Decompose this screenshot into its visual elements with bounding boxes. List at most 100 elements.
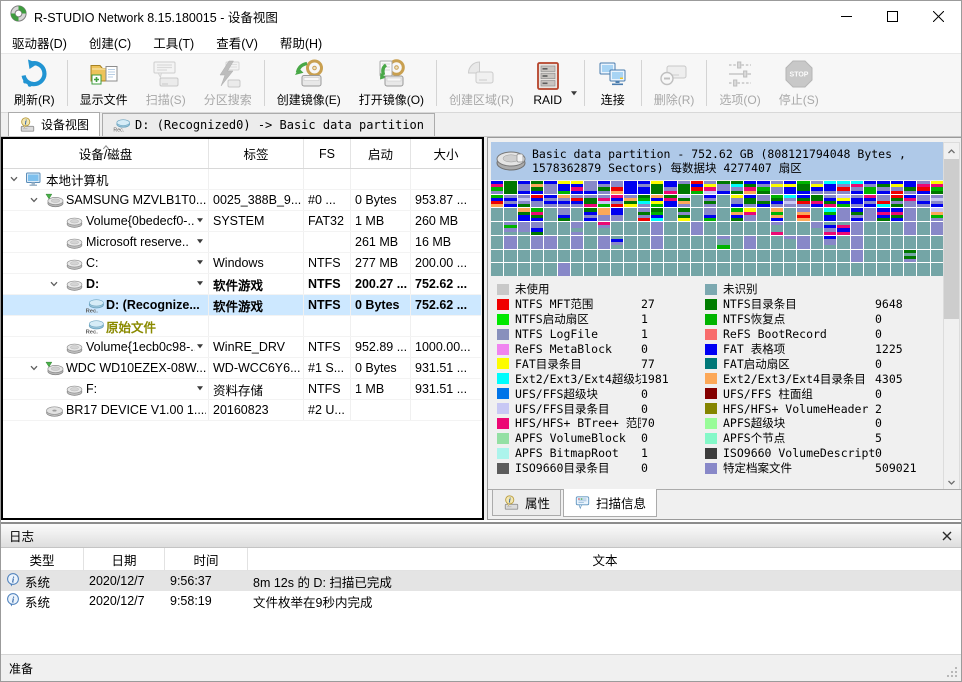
scan-block-cell[interactable]: [731, 263, 743, 276]
scan-block-cell[interactable]: [824, 263, 836, 276]
scan-block-cell[interactable]: [651, 222, 663, 235]
scan-block-cell[interactable]: [571, 222, 583, 235]
scan-block-cell[interactable]: [704, 195, 716, 208]
scan-block-cell[interactable]: [584, 208, 596, 221]
volume-dropdown-icon[interactable]: [195, 256, 206, 270]
scan-block-cell[interactable]: [558, 263, 570, 276]
scan-block-cell[interactable]: [678, 181, 690, 194]
scan-block-cell[interactable]: [624, 208, 636, 221]
scan-block-cell[interactable]: [864, 263, 876, 276]
scan-block-cell[interactable]: [864, 208, 876, 221]
scan-block-cell[interactable]: [851, 195, 863, 208]
scan-block-cell[interactable]: [504, 250, 516, 263]
scan-block-cell[interactable]: [704, 263, 716, 276]
scan-block-cell[interactable]: [744, 250, 756, 263]
tab-properties[interactable]: i 属性: [492, 490, 561, 516]
scan-block-cell[interactable]: [638, 222, 650, 235]
scan-block-cell[interactable]: [611, 181, 623, 194]
scan-block-cell[interactable]: [731, 222, 743, 235]
scan-block-cell[interactable]: [917, 195, 929, 208]
scan-block-cell[interactable]: [704, 222, 716, 235]
scan-block-cell[interactable]: [824, 236, 836, 249]
scan-block-cell[interactable]: [491, 181, 503, 194]
scan-block-cell[interactable]: [704, 181, 716, 194]
expand-chevron-icon[interactable]: [29, 363, 45, 373]
scan-block-cell[interactable]: [544, 236, 556, 249]
scan-block-cell[interactable]: [558, 236, 570, 249]
volume-dropdown-icon[interactable]: [195, 277, 206, 291]
scan-block-cell[interactable]: [904, 250, 916, 263]
scan-block-cell[interactable]: [504, 208, 516, 221]
scan-block-cell[interactable]: [877, 181, 889, 194]
scan-block-cell[interactable]: [571, 181, 583, 194]
scan-block-cell[interactable]: [877, 263, 889, 276]
scan-block-cell[interactable]: [851, 181, 863, 194]
scan-block-cell[interactable]: [598, 195, 610, 208]
scan-block-cell[interactable]: [851, 263, 863, 276]
scan-block-cell[interactable]: [651, 195, 663, 208]
scan-block-cell[interactable]: [544, 181, 556, 194]
scan-block-cell[interactable]: [598, 208, 610, 221]
scan-block-cell[interactable]: [664, 236, 676, 249]
scan-block-cell[interactable]: [917, 208, 929, 221]
scan-block-cell[interactable]: [917, 250, 929, 263]
volume-dropdown-icon[interactable]: [195, 382, 206, 396]
device-row-7[interactable]: Rec.原始文件: [3, 316, 482, 337]
scan-block-cell[interactable]: [891, 263, 903, 276]
scan-block-cell[interactable]: [811, 263, 823, 276]
scan-block-cell[interactable]: [691, 195, 703, 208]
scan-block-cell[interactable]: [864, 222, 876, 235]
scan-block-cell[interactable]: [931, 236, 943, 249]
scan-block-cell[interactable]: [531, 195, 543, 208]
scan-block-cell[interactable]: [784, 263, 796, 276]
scan-block-cell[interactable]: [624, 181, 636, 194]
column-header-0[interactable]: 设备/磁盘: [3, 139, 209, 168]
scan-block-cell[interactable]: [931, 195, 943, 208]
scan-block-cell[interactable]: [678, 263, 690, 276]
scan-block-cell[interactable]: [678, 250, 690, 263]
scan-block-cell[interactable]: [651, 208, 663, 221]
scan-block-cell[interactable]: [691, 250, 703, 263]
scan-block-cell[interactable]: [691, 263, 703, 276]
scan-block-cell[interactable]: [611, 250, 623, 263]
scan-block-cell[interactable]: [717, 263, 729, 276]
scan-block-cell[interactable]: [731, 250, 743, 263]
scan-block-cell[interactable]: [638, 195, 650, 208]
device-row-11[interactable]: BR17 DEVICE V1.00 1....20160823#2 U...: [3, 400, 482, 421]
scan-block-cell[interactable]: [824, 181, 836, 194]
toolbar-button-refresh[interactable]: 刷新(R): [5, 56, 64, 110]
scan-block-cell[interactable]: [717, 181, 729, 194]
scan-block-cell[interactable]: [571, 263, 583, 276]
scan-block-cell[interactable]: [664, 222, 676, 235]
scan-block-cell[interactable]: [811, 236, 823, 249]
scan-block-cell[interactable]: [851, 236, 863, 249]
scan-block-cell[interactable]: [717, 195, 729, 208]
scan-block-cell[interactable]: [664, 263, 676, 276]
scan-block-cell[interactable]: [531, 250, 543, 263]
scan-block-cell[interactable]: [864, 195, 876, 208]
scan-block-cell[interactable]: [531, 263, 543, 276]
scan-block-cell[interactable]: [864, 236, 876, 249]
scan-block-cell[interactable]: [837, 250, 849, 263]
scan-block-cell[interactable]: [744, 236, 756, 249]
scan-block-cell[interactable]: [771, 236, 783, 249]
scan-block-cell[interactable]: [611, 263, 623, 276]
device-row-6[interactable]: Rec.D: (Recognize...软件游戏NTFS0 Bytes752.6…: [3, 295, 482, 316]
scan-block-cell[interactable]: [544, 208, 556, 221]
scan-block-cell[interactable]: [891, 250, 903, 263]
scan-block-cell[interactable]: [664, 181, 676, 194]
scan-block-cell[interactable]: [824, 208, 836, 221]
scan-block-cell[interactable]: [704, 250, 716, 263]
scan-block-cell[interactable]: [691, 181, 703, 194]
scan-block-cell[interactable]: [678, 236, 690, 249]
toolbar-button-raid[interactable]: RAID: [523, 58, 573, 109]
volume-dropdown-icon[interactable]: [195, 340, 206, 354]
log-column-header-3[interactable]: 文本: [248, 548, 962, 570]
scroll-up-icon[interactable]: [944, 143, 959, 159]
scan-block-cell[interactable]: [544, 263, 556, 276]
scan-block-cell[interactable]: [584, 222, 596, 235]
scan-block-cell[interactable]: [864, 250, 876, 263]
scan-block-cell[interactable]: [824, 195, 836, 208]
scan-block-cell[interactable]: [771, 263, 783, 276]
scan-block-cell[interactable]: [518, 250, 530, 263]
